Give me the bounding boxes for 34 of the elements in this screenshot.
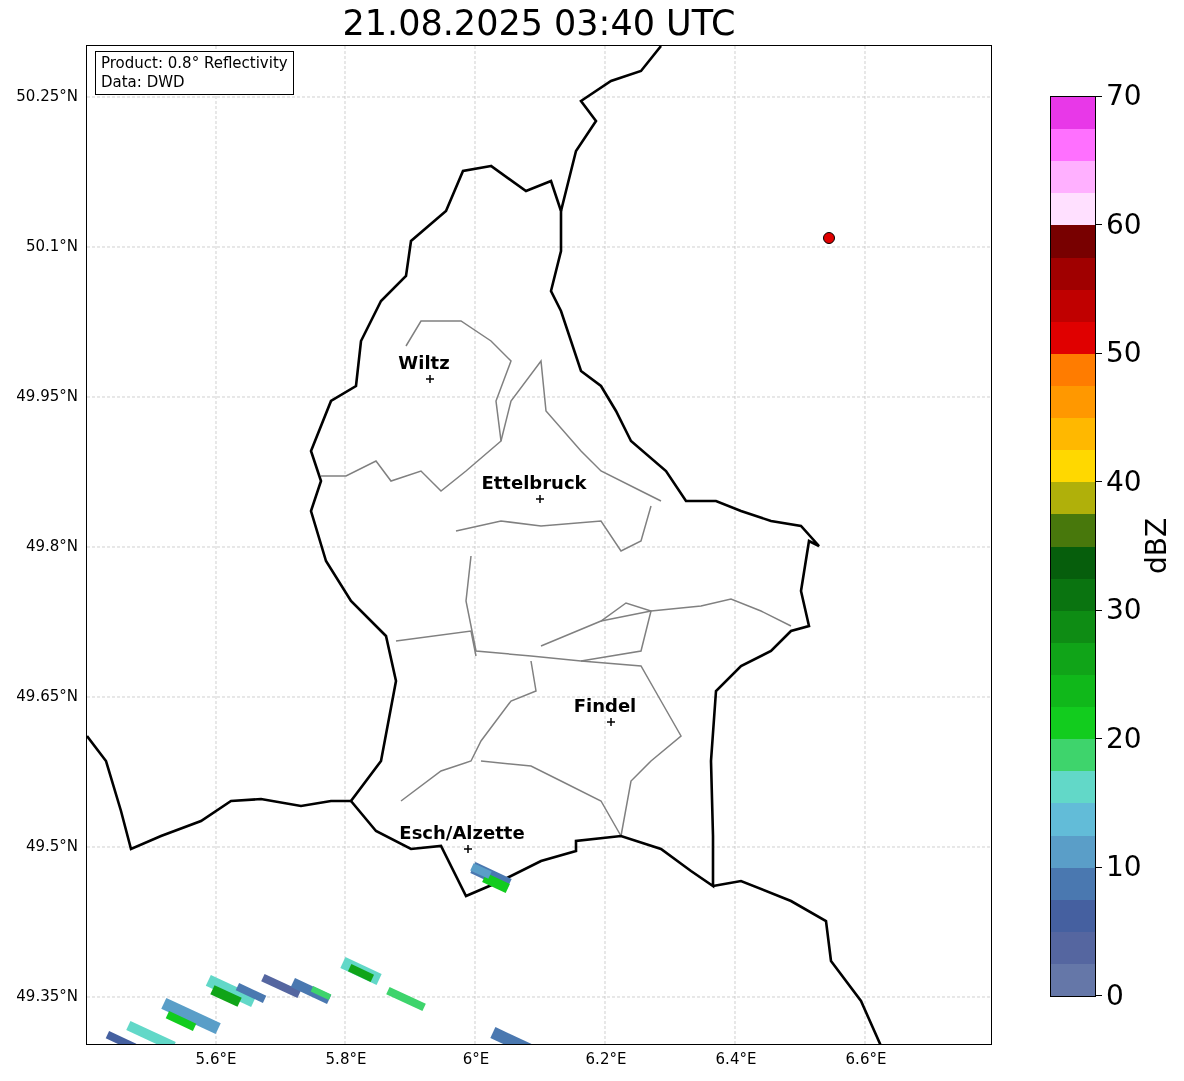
- latitude-label: 50.25°N: [16, 86, 78, 106]
- scale-value: 60: [1105, 208, 1142, 241]
- info-text: Product: 0.8° Reflectivity: [101, 54, 288, 73]
- longitude-label: 6.4°E: [714, 1049, 758, 1069]
- scale-value: 50: [1105, 337, 1142, 370]
- latitude-label: 49.8°N: [25, 536, 78, 556]
- city-marker-icon: [535, 494, 545, 504]
- city-label: Findel: [573, 695, 637, 716]
- longitude-label: 6.2°E: [584, 1049, 628, 1069]
- scale-value: 10: [1105, 851, 1142, 884]
- latitude-label: 49.65°N: [16, 686, 78, 706]
- city-marker-icon: [425, 374, 435, 384]
- scale-value: 30: [1105, 594, 1142, 627]
- scale-value: 0: [1105, 979, 1124, 1012]
- radar-site-marker: [823, 232, 835, 244]
- scale-value: 20: [1105, 722, 1142, 755]
- city-marker-icon: [606, 717, 616, 727]
- city-label: Esch/Alzette: [399, 822, 525, 843]
- longitude-label: 6°E: [461, 1049, 491, 1069]
- longitude-label: 6.6°E: [844, 1049, 888, 1069]
- latitude-label: 50.1°N: [25, 236, 78, 256]
- city-label: Wiltz: [398, 352, 450, 373]
- city-marker-icon: [463, 844, 473, 854]
- scale-unit: dBZ: [1140, 517, 1173, 575]
- scale-value: 40: [1105, 465, 1142, 498]
- city-label: Ettelbruck: [481, 472, 587, 493]
- longitude-label: 5.6°E: [194, 1049, 238, 1069]
- latitude-label: 49.95°N: [16, 386, 78, 406]
- info-text: Data: DWD: [101, 73, 186, 92]
- latitude-label: 49.35°N: [16, 986, 78, 1006]
- map-title: 21.08.2025 03:40 UTC: [341, 2, 737, 43]
- scale-value: 70: [1105, 80, 1142, 112]
- latitude-label: 49.5°N: [25, 836, 78, 856]
- longitude-label: 5.8°E: [324, 1049, 368, 1069]
